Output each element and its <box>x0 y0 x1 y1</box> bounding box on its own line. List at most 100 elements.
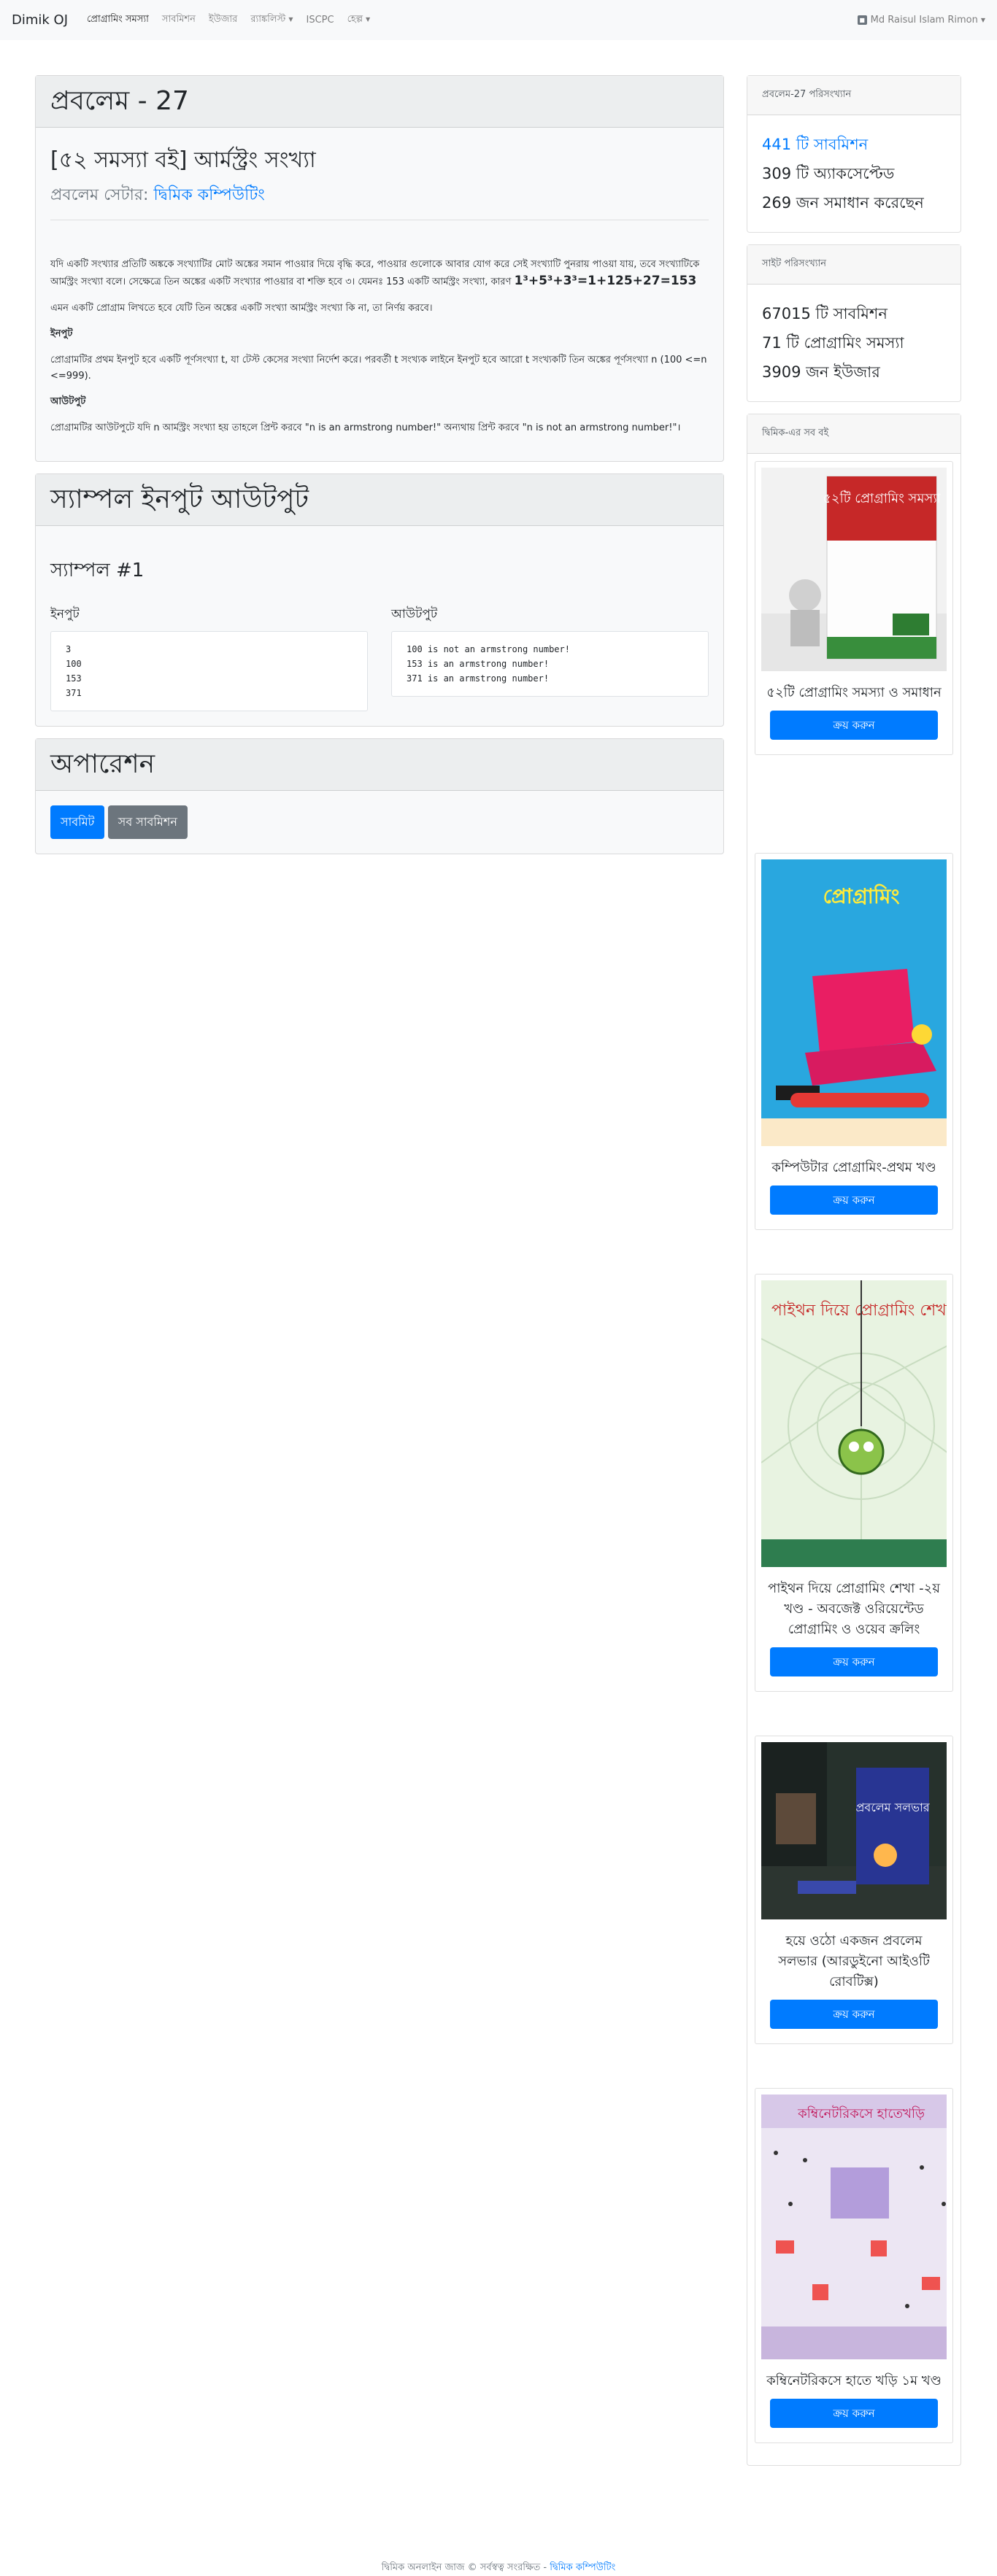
nav-item-ranklist[interactable]: র‍্যাঙ্কলিস্ট ▼ <box>250 12 293 28</box>
site-stats-header: সাইট পরিসংখ্যান <box>747 245 961 285</box>
book-cover-python-2: পাইথন দিয়ে প্রোগ্রামিং শেখা <box>761 1280 947 1567</box>
nav-item-ranklist-label: র‍্যাঙ্কলিস্ট <box>250 14 286 25</box>
problem-setter: প্রবলেম সেটার: দ্বিমিক কম্পিউটিং <box>50 182 709 209</box>
book-item: প্রবলেম সলভার হয়ে ওঠো একজন প্রবলেম সলভা… <box>755 1736 953 2044</box>
problem-accepted-count: 309 টি অ্যাকসেপ্টেড <box>762 165 895 182</box>
sample-output-box[interactable]: 100 is not an armstrong number! 153 is a… <box>391 631 709 697</box>
buy-button[interactable]: ক্রয় করুন <box>770 1185 938 1215</box>
site-stats-card: সাইট পরিসংখ্যান 67015 টি সাবমিশন 71 টি প… <box>747 244 961 402</box>
buy-button[interactable]: ক্রয় করুন <box>770 2399 938 2428</box>
caret-down-icon: ▼ <box>288 16 293 23</box>
main-column: প্রবলেম - 27 [৫২ সমস্যা বই] আর্মস্ট্রং স… <box>35 75 724 866</box>
sample-output-label: আউটপুট <box>391 607 438 622</box>
problem-number: প্রবলেম - 27 <box>50 86 189 116</box>
problem-stats-body: 441 টি সাবমিশন 309 টি অ্যাকসেপ্টেড 269 জ… <box>747 115 961 232</box>
problem-statement: যদি একটি সংখ্যার প্রতিটি অঙ্ককে সংখ্যাটি… <box>50 257 709 290</box>
book-title: ৫২টি প্রোগ্রামিং সমস্যা ও সমাধান <box>766 685 942 700</box>
book-cover-text: ৫২টি প্রোগ্রামিং সমস্যা <box>823 490 941 506</box>
sample-input-col: ইনপুট 3 100 153 371 <box>50 605 368 711</box>
sample-io-row: ইনপুট 3 100 153 371 আউটপুট 100 is not an… <box>50 605 709 711</box>
nav-item-users[interactable]: ইউজার <box>209 12 237 28</box>
output-heading: আউটপুট <box>50 396 86 407</box>
book-cover-image[interactable]: ৫২টি প্রোগ্রামিং সমস্যা <box>761 468 947 671</box>
operations-card: অপারেশন সাবমিট সব সাবমিশন <box>35 738 724 854</box>
book-title: হয়ে ওঠো একজন প্রবলেম সলভার (আরডুইনো আইও… <box>778 1933 930 1989</box>
output-description: প্রোগ্রামটির আউটপুটে যদি n আর্মস্ট্রং সং… <box>50 422 681 433</box>
samples-card-header: স্যাম্পল ইনপুট আউটপুট <box>36 474 723 526</box>
problem-stats-header: প্রবলেম-27 পরিসংখ্যান <box>747 76 961 115</box>
book-cover-problem-solver: প্রবলেম সলভার <box>761 1742 947 1919</box>
samples-card: স্যাম্পল ইনপুট আউটপুট স্যাম্পল #1 ইনপুট … <box>35 473 724 727</box>
input-description: প্রোগ্রামটির প্রথম ইনপুট হবে একটি পূর্ণস… <box>50 355 707 382</box>
book-cover-text: পাইথন দিয়ে প্রোগ্রামিং শেখা <box>771 1301 947 1320</box>
operations-card-header: অপারেশন <box>36 739 723 791</box>
sample-input-label: ইনপুট <box>50 607 80 622</box>
nav-menu: প্রোগ্রামিং সমস্যা সাবমিশন ইউজার র‍্যাঙ্… <box>87 12 370 28</box>
book-item: কম্বিনেটরিকসে হাতেখড়ি কম্বিনেটরিকসে হাত… <box>755 2088 953 2443</box>
input-heading: ইনপুট <box>50 328 73 339</box>
operations-card-body: সাবমিট সব সাবমিশন <box>36 791 723 854</box>
sample-output-col: আউটপুট 100 is not an armstrong number! 1… <box>391 605 709 711</box>
operations-heading: অপারেশন <box>50 749 155 779</box>
site-stats-body: 67015 টি সাবমিশন 71 টি প্রোগ্রামিং সমস্য… <box>747 285 961 401</box>
book-cover-text: প্রবলেম সলভার <box>855 1801 930 1814</box>
book-cover-52-problems: ৫২টি প্রোগ্রামিং সমস্যা <box>761 468 947 671</box>
book-title: পাইথন দিয়ে প্রোগ্রামিং শেখা -২য় খণ্ড -… <box>768 1581 940 1637</box>
book-item: ৫২টি প্রোগ্রামিং সমস্যা ৫২টি প্রোগ্রামিং… <box>755 461 953 755</box>
book-cover-text: কম্বিনেটরিকসে হাতেখড়ি <box>797 2105 925 2121</box>
nav-item-submissions[interactable]: সাবমিশন <box>162 12 196 28</box>
problem-solvers-count: 269 জন সমাধান করেছেন <box>762 194 924 212</box>
user-menu[interactable]: ■ Md Raisul Islam Rimon ▼ <box>857 0 985 40</box>
book-cover-image[interactable]: প্রোগ্রামিং <box>761 859 947 1146</box>
nav-item-help-label: হেল্প <box>347 14 363 25</box>
site-submissions-count: 67015 টি সাবমিশন <box>762 305 888 322</box>
problem-card-body: [৫২ সমস্যা বই] আর্মস্ট্রং সংখ্যা প্রবলেম… <box>36 128 723 461</box>
nav-item-iscpc[interactable]: ISCPC <box>307 15 334 26</box>
caret-down-icon: ▼ <box>980 17 985 23</box>
buy-button[interactable]: ক্রয় করুন <box>770 2000 938 2029</box>
sidebar: প্রবলেম-27 পরিসংখ্যান 441 টি সাবমিশন 309… <box>747 75 961 2478</box>
samples-card-body: স্যাম্পল #1 ইনপুট 3 100 153 371 আউটপুট 1… <box>36 526 723 726</box>
book-title: কম্পিউটার প্রোগ্রামিং-প্রথম খণ্ড <box>771 1160 936 1175</box>
book-cover-image[interactable]: পাইথন দিয়ে প্রোগ্রামিং শেখা <box>761 1280 947 1567</box>
user-name: Md Raisul Islam Rimon <box>870 15 978 26</box>
buy-button[interactable]: ক্রয় করুন <box>770 711 938 740</box>
formula: 1³+5³+3³=1+125+27=153 <box>514 274 697 288</box>
sample-input-box[interactable]: 3 100 153 371 <box>50 631 368 711</box>
caret-down-icon: ▼ <box>366 16 371 23</box>
buy-button[interactable]: ক্রয় করুন <box>770 1647 938 1676</box>
setter-label: প্রবলেম সেটার: <box>50 186 149 204</box>
books-header: দ্বিমিক-এর সব বই <box>747 414 961 454</box>
book-item: পাইথন দিয়ে প্রোগ্রামিং শেখা পাইথন দিয়ে… <box>755 1274 953 1692</box>
footer: দ্বিমিক অনলাইন জাজ © সর্বস্বত্ব সংরক্ষিত… <box>0 2561 997 2576</box>
book-cover-image[interactable]: কম্বিনেটরিকসে হাতেখড়ি <box>761 2095 947 2359</box>
submit-button[interactable]: সাবমিট <box>50 805 105 839</box>
book-cover-programming-1: প্রোগ্রামিং <box>761 859 947 1146</box>
problem-card: প্রবলেম - 27 [৫২ সমস্যা বই] আর্মস্ট্রং স… <box>35 75 724 462</box>
site-problems-count: 71 টি প্রোগ্রামিং সমস্যা <box>762 334 904 352</box>
samples-heading: স্যাম্পল ইনপুট আউটপুট <box>50 484 309 514</box>
footer-link[interactable]: দ্বিমিক কম্পিউটিং <box>550 2562 615 2573</box>
problem-card-header: প্রবলেম - 27 <box>36 76 723 128</box>
problem-stats-card: প্রবলেম-27 পরিসংখ্যান 441 টি সাবমিশন 309… <box>747 75 961 233</box>
problem-submissions-link[interactable]: 441 টি সাবমিশন <box>762 130 946 159</box>
brand-logo[interactable]: Dimik OJ <box>12 12 68 28</box>
user-icon: ■ <box>857 15 867 25</box>
setter-link[interactable]: দ্বিমিক কম্পিউটিং <box>153 186 264 204</box>
nav-item-problems[interactable]: প্রোগ্রামিং সমস্যা <box>87 12 149 28</box>
book-title: কম্বিনেটরিকসে হাতে খড়ি ১ম খণ্ড <box>766 2373 942 2389</box>
book-cover-combinatorics: কম্বিনেটরিকসে হাতেখড়ি <box>761 2095 947 2359</box>
top-navbar: Dimik OJ প্রোগ্রামিং সমস্যা সাবমিশন ইউজা… <box>0 0 997 40</box>
book-cover-image[interactable]: প্রবলেম সলভার <box>761 1742 947 1919</box>
site-users-count: 3909 জন ইউজার <box>762 363 880 381</box>
book-cover-text: প্রোগ্রামিং <box>823 883 899 908</box>
all-submissions-button[interactable]: সব সাবমিশন <box>107 805 188 839</box>
sample-title: স্যাম্পল #1 <box>50 560 145 581</box>
footer-text: দ্বিমিক অনলাইন জাজ © সর্বস্বত্ব সংরক্ষিত… <box>381 2562 547 2573</box>
nav-item-help[interactable]: হেল্প ▼ <box>347 12 371 28</box>
